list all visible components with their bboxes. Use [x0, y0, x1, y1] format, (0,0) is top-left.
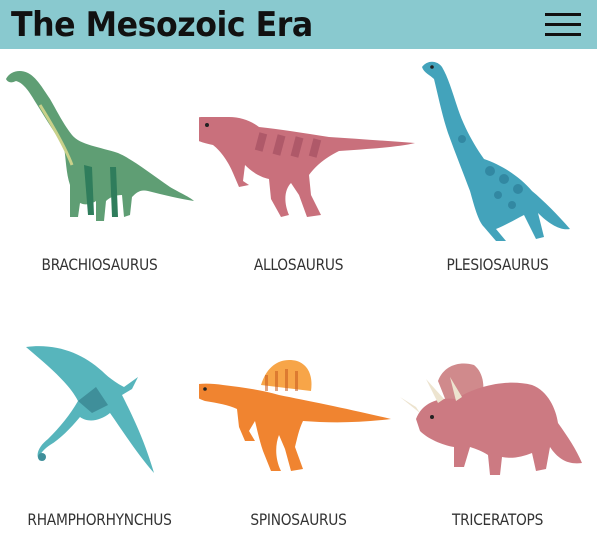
dinosaur-card-brachiosaurus[interactable]: BRACHIOSAURUS	[0, 55, 199, 285]
dinosaur-card-allosaurus[interactable]: ALLOSAURUS	[199, 55, 415, 285]
brachiosaurus-illustration	[6, 71, 194, 221]
hamburger-menu-icon[interactable]	[545, 12, 581, 38]
menu-line	[545, 33, 581, 36]
rhamphorhynchus-illustration	[26, 346, 154, 473]
page-title: The Mesozoic Era	[11, 5, 313, 45]
dinosaur-label: SPINOSAURUS	[250, 510, 347, 529]
menu-line	[545, 13, 581, 16]
menu-line	[545, 23, 581, 26]
triceratops-illustration	[400, 363, 582, 475]
dinosaur-label: BRACHIOSAURUS	[41, 255, 158, 274]
dinosaur-card-plesiosaurus[interactable]: PLESIOSAURUS	[398, 55, 597, 285]
dinosaur-label: PLESIOSAURUS	[446, 255, 549, 274]
dinosaur-label: RHAMPHORHYNCHUS	[27, 510, 172, 529]
spinosaurus-illustration	[199, 360, 391, 471]
dinosaur-card-rhamphorhynchus[interactable]: RHAMPHORHYNCHUS	[0, 305, 199, 535]
dinosaur-card-spinosaurus[interactable]: SPINOSAURUS	[199, 305, 398, 535]
plesiosaurus-illustration	[422, 61, 570, 241]
dinosaur-label: ALLOSAURUS	[253, 255, 344, 274]
header-bar: The Mesozoic Era	[0, 0, 597, 49]
dinosaur-card-triceratops[interactable]: TRICERATOPS	[398, 305, 597, 535]
allosaurus-illustration	[199, 117, 415, 217]
dinosaur-label: TRICERATOPS	[451, 510, 544, 529]
